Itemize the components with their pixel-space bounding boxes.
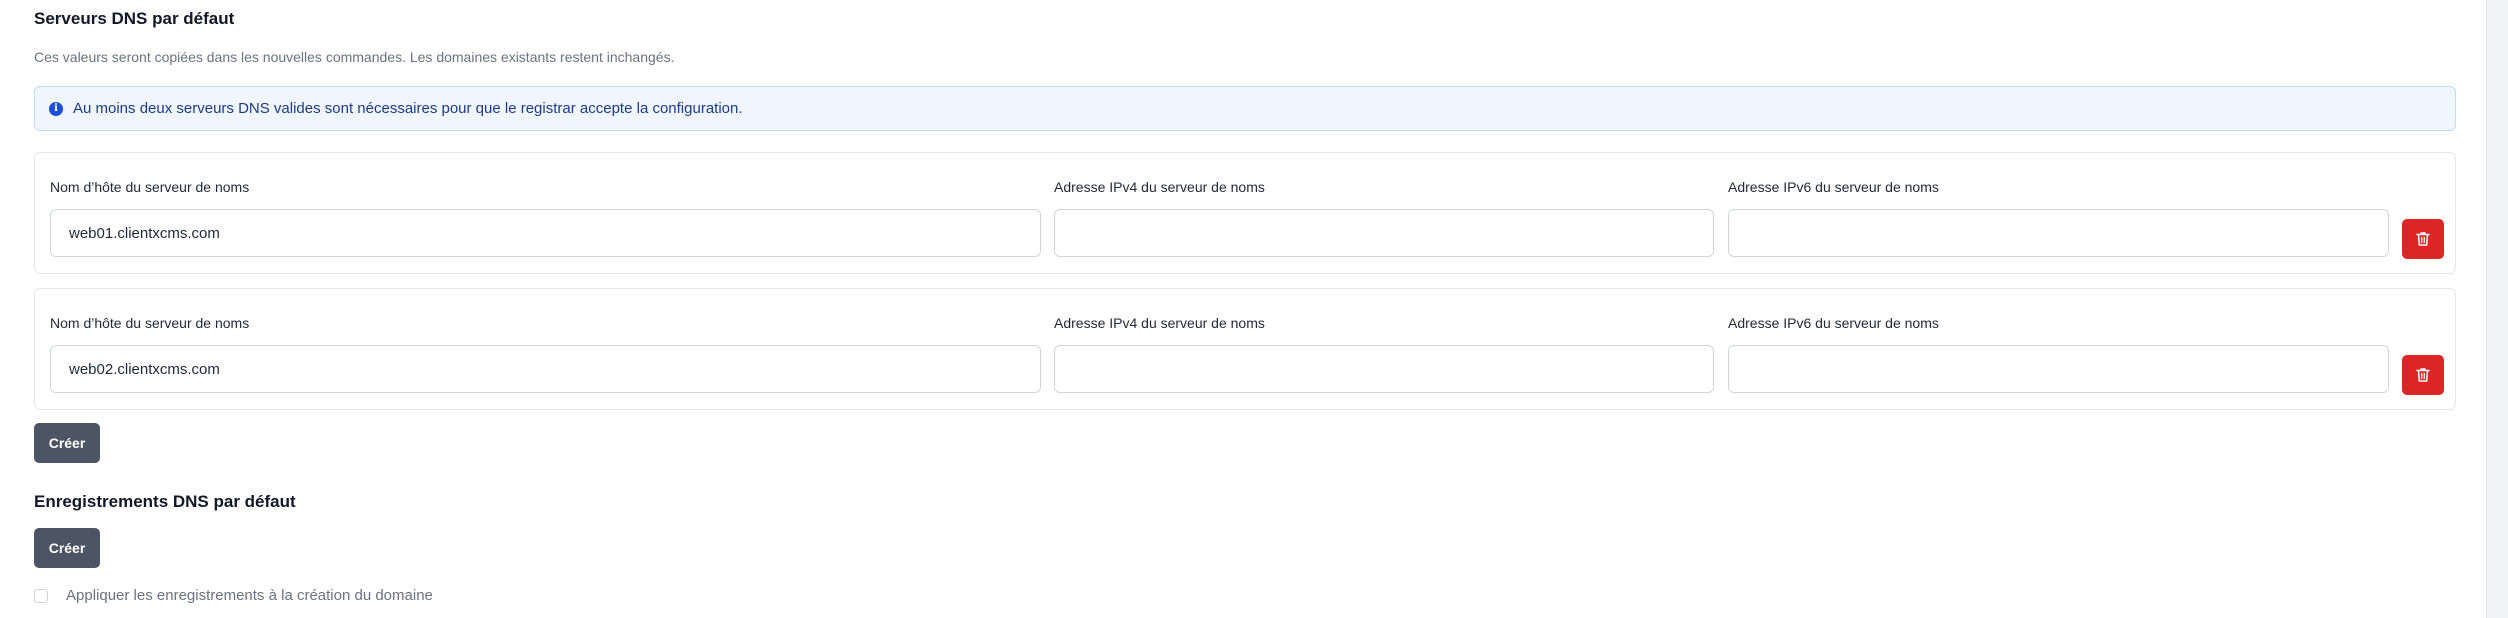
ipv4-input-2[interactable] [1054,345,1714,393]
hostname-input-1[interactable] [50,209,1041,257]
delete-nameserver-button-1[interactable] [2402,219,2444,259]
ipv4-label-2: Adresse IPv4 du serveur de noms [1054,315,1265,331]
ipv4-label-1: Adresse IPv4 du serveur de noms [1054,179,1265,195]
records-section-title: Enregistrements DNS par défaut [34,492,296,511]
ipv6-label-1: Adresse IPv6 du serveur de noms [1728,179,1939,195]
ipv6-input-1[interactable] [1728,209,2389,257]
hostname-label-2: Nom d’hôte du serveur de noms [50,315,250,331]
settings-panel: Serveurs DNS par défaut Ces valeurs sero… [0,0,2487,618]
hostname-input-2[interactable] [50,345,1041,393]
ipv6-input-2[interactable] [1728,345,2389,393]
ipv6-label-2: Adresse IPv6 du serveur de noms [1728,315,1939,331]
info-alert: i Au moins deux serveurs DNS valides son… [34,86,2456,131]
nameserver-row-1: Nom d’hôte du serveur de noms Adresse IP… [34,152,2456,274]
info-alert-text: Au moins deux serveurs DNS valides sont … [73,100,743,117]
trash-icon [2416,368,2430,382]
trash-icon [2416,232,2430,246]
hostname-label-1: Nom d’hôte du serveur de noms [50,179,250,195]
add-record-button[interactable]: Créer [34,528,100,568]
ipv4-input-1[interactable] [1054,209,1714,257]
nameservers-description: Ces valeurs seront copiées dans les nouv… [34,49,675,65]
apply-records-checkbox[interactable] [34,588,48,603]
apply-records-label: Appliquer les enregistrements à la créat… [66,587,433,604]
nameserver-row-2: Nom d’hôte du serveur de noms Adresse IP… [34,288,2456,410]
apply-records-checkbox-row[interactable]: Appliquer les enregistrements à la créat… [34,587,433,604]
add-nameserver-button[interactable]: Créer [34,423,100,463]
nameservers-section-title: Serveurs DNS par défaut [34,9,235,28]
info-icon: i [49,101,63,116]
delete-nameserver-button-2[interactable] [2402,355,2444,395]
